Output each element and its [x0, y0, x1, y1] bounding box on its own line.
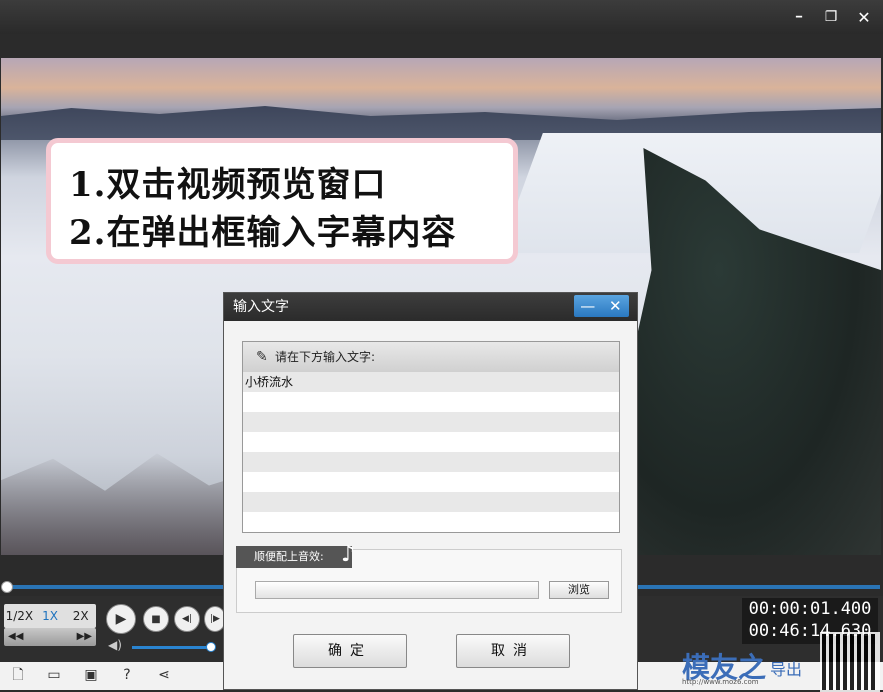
time-current: 00:00:01.400 [748, 599, 872, 619]
ok-button[interactable]: 确定 [293, 634, 407, 668]
restore-button[interactable]: ❐ [820, 6, 842, 28]
browse-button[interactable]: 浏览 [549, 581, 609, 599]
play-icon: ▶ [115, 611, 127, 627]
logo-sub: 导出 [770, 660, 803, 679]
jog-right-icon: ▶▶ [76, 631, 92, 642]
text-line[interactable] [243, 452, 619, 472]
speed-2x[interactable]: 2X [65, 604, 96, 628]
jog-wheel[interactable]: ◀◀ ▶▶ [4, 628, 96, 646]
new-file-icon[interactable]: 🗋 [9, 666, 27, 684]
speed-1x[interactable]: 1X [35, 604, 66, 628]
volume-control[interactable]: ◀) [108, 638, 218, 654]
prev-frame-icon: ◀| [182, 614, 192, 624]
text-line[interactable] [243, 492, 619, 512]
watermark-logo: 模友之 导出 http://www.moz6.com [680, 632, 880, 692]
dialog-minimize-button[interactable]: — [574, 295, 602, 317]
title-bar: ━ ❐ ✕ [0, 0, 883, 34]
caption-line-2: 2.在弹出框输入字幕内容 [69, 213, 457, 253]
dialog-controls: — ✕ [574, 295, 629, 317]
close-icon: ✕ [857, 7, 871, 27]
dialog-close-button[interactable]: ✕ [602, 295, 630, 317]
save-icon[interactable]: ▣ [82, 666, 100, 684]
next-frame-icon: |▶ [210, 614, 220, 624]
speed-half[interactable]: 1/2X [4, 604, 35, 628]
sound-effect-label: 顺便配上音效: [236, 546, 352, 568]
text-line[interactable] [243, 392, 619, 412]
volume-icon: ◀) [108, 638, 122, 652]
text-line[interactable]: 小桥流水 [243, 372, 619, 392]
stop-icon: ■ [151, 613, 161, 625]
share-icon[interactable]: ⋖ [155, 666, 173, 684]
volume-knob[interactable] [206, 642, 216, 652]
text-line[interactable] [243, 412, 619, 432]
text-line[interactable] [243, 432, 619, 452]
minimize-button[interactable]: ━ [788, 6, 810, 28]
logo-url: http://www.moz6.com [682, 678, 759, 686]
prompt-label: 请在下方输入文字: [243, 342, 619, 372]
restore-icon: ❐ [824, 9, 838, 25]
text-line[interactable] [243, 512, 619, 532]
progress-knob[interactable] [1, 581, 13, 593]
music-note-icon: ♪ [341, 542, 356, 567]
text-line[interactable] [243, 472, 619, 492]
minimize-icon: ━ [795, 11, 803, 23]
volume-track [132, 646, 210, 649]
open-folder-icon[interactable]: ▭ [45, 666, 63, 684]
sound-effect-section: 顺便配上音效: ♪ 浏览 [236, 542, 622, 613]
stop-button[interactable]: ■ [143, 606, 169, 632]
edit-icon: ✎ [256, 349, 268, 365]
help-icon[interactable]: ? [118, 666, 136, 684]
scene-trees [1, 453, 261, 555]
prev-frame-button[interactable]: ◀| [174, 606, 200, 632]
jog-left-icon: ◀◀ [8, 631, 24, 642]
caption-line-1: 1.双击视频预览窗口 [69, 165, 387, 205]
cancel-button[interactable]: 取消 [456, 634, 570, 668]
close-button[interactable]: ✕ [853, 6, 875, 28]
sound-file-input[interactable] [255, 581, 539, 599]
speed-selector: 1/2X 1X 2X [4, 604, 96, 628]
text-input-panel: 请在下方输入文字: ✎ 小桥流水 [242, 341, 620, 533]
input-text-dialog: 输入文字 — ✕ 请在下方输入文字: ✎ 小桥流水 顺便配上音效: ♪ 浏览 确… [223, 292, 638, 690]
qr-code [820, 632, 880, 692]
instruction-caption: 1.双击视频预览窗口 2.在弹出框输入字幕内容 [46, 138, 518, 264]
play-button[interactable]: ▶ [106, 604, 136, 634]
